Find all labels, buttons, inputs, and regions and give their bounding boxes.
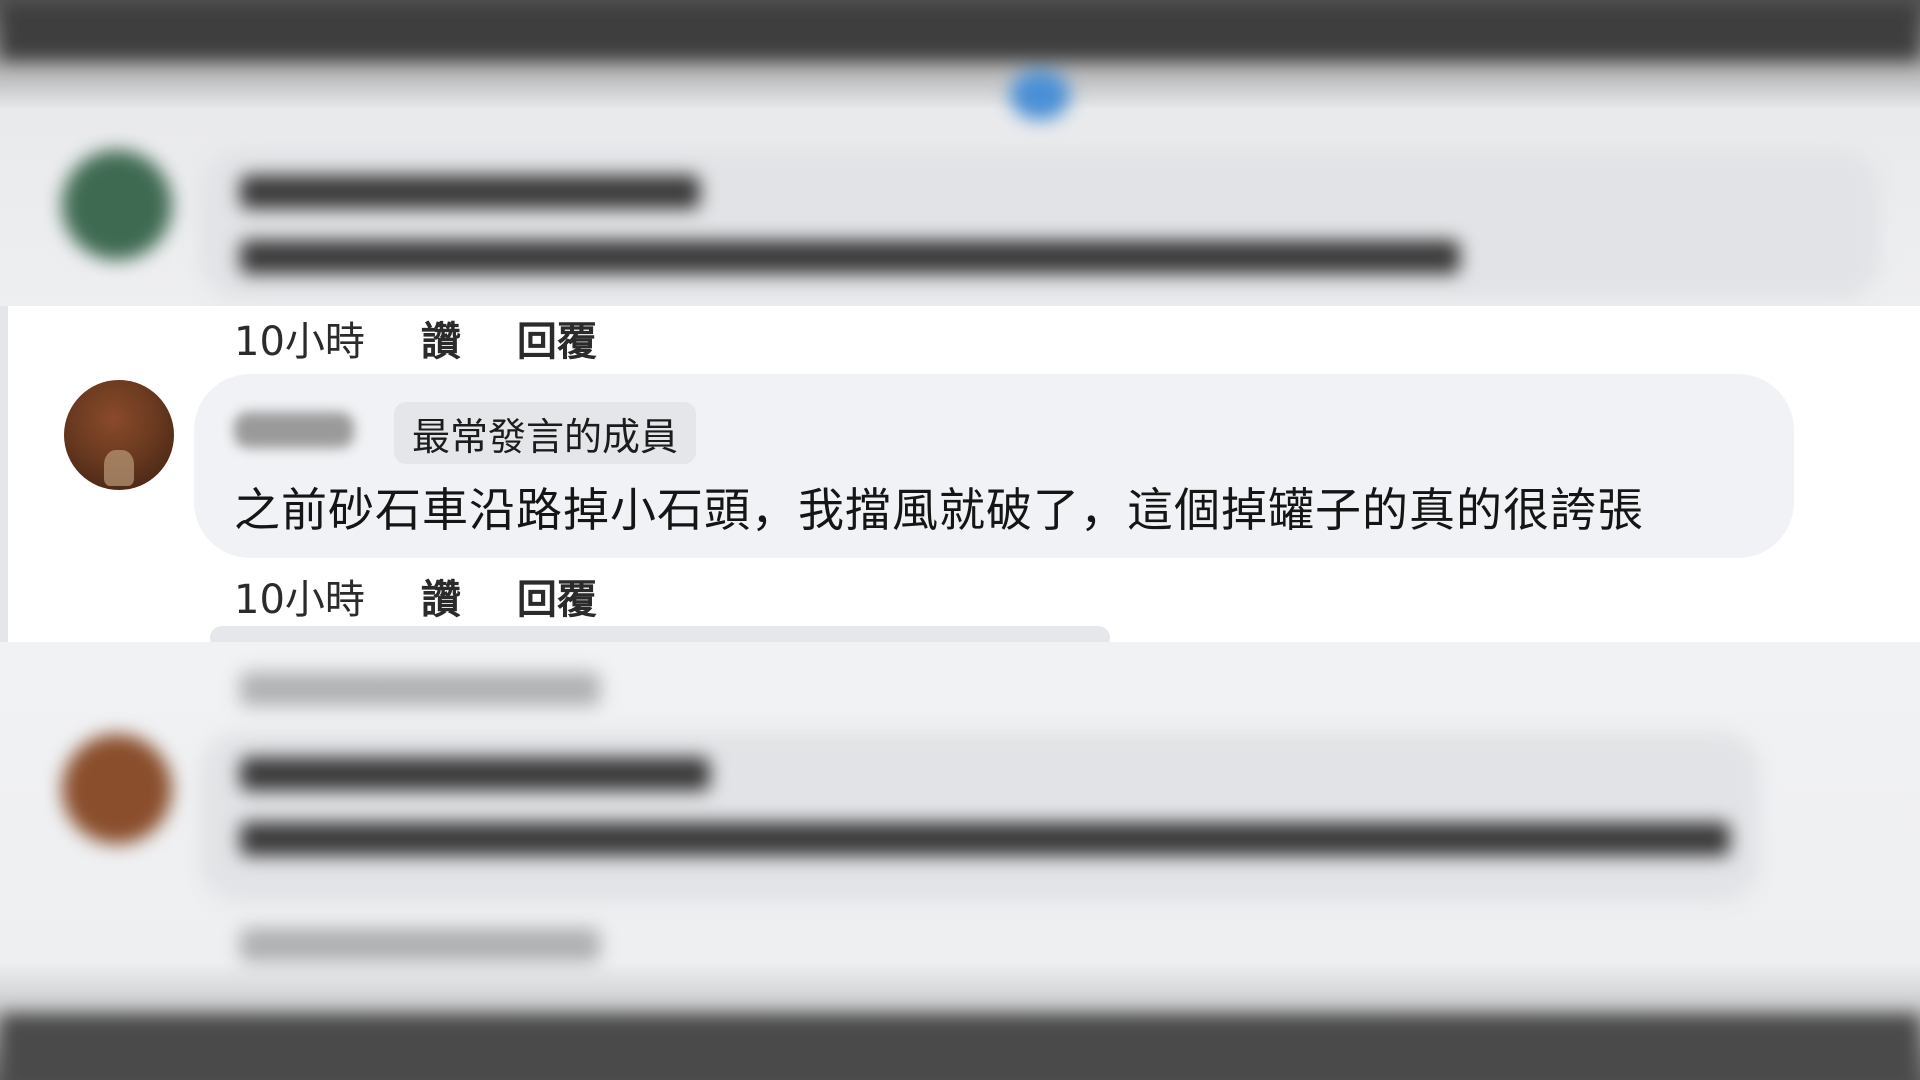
blurred-previous-comment xyxy=(0,0,1920,306)
comment-bubble: 最常發言的成員 之前砂石車沿路掉小石頭，我擋風就破了，這個掉罐子的真的很誇張 xyxy=(194,374,1794,558)
comment-actions: 10小時 讚 回覆 xyxy=(234,572,597,623)
timestamp[interactable]: 10小時 xyxy=(234,567,365,625)
blurred-author-line xyxy=(240,757,710,791)
blurred-next-comments xyxy=(0,642,1920,1080)
comment-thread-screenshot: 10小時 讚 回覆 最常發言的成員 之前砂石車沿路掉小石頭，我擋風就破了，這個掉… xyxy=(0,0,1920,1080)
comment-text: 之前砂石車沿路掉小石頭，我擋風就破了，這個掉罐子的真的很誇張 xyxy=(234,483,1644,537)
blurred-comment-line xyxy=(240,822,1730,856)
blurred-avatar xyxy=(62,734,172,844)
avatar[interactable] xyxy=(64,380,174,490)
timestamp[interactable]: 10小時 xyxy=(234,309,365,367)
blurred-avatar xyxy=(62,150,172,260)
like-button[interactable]: 讚 xyxy=(421,567,461,625)
blurred-author-line xyxy=(240,175,700,209)
blurred-blue-indicator xyxy=(1010,70,1070,120)
blurred-comment-line xyxy=(240,240,1460,274)
thread-line xyxy=(0,306,8,642)
comment-card: 10小時 讚 回覆 最常發言的成員 之前砂石車沿路掉小石頭，我擋風就破了，這個掉… xyxy=(0,306,1920,650)
blurred-header-band xyxy=(0,0,1920,60)
blurred-action-line xyxy=(240,672,600,706)
blurred-footer-band xyxy=(0,1014,1920,1080)
blurred-action-line xyxy=(240,928,600,962)
reply-button[interactable]: 回覆 xyxy=(517,567,597,625)
avatar-detail xyxy=(104,450,134,486)
author-name-redacted[interactable] xyxy=(234,412,354,448)
reply-button[interactable]: 回覆 xyxy=(517,309,597,367)
blurred-comment-bubble xyxy=(200,150,1880,300)
like-button[interactable]: 讚 xyxy=(421,309,461,367)
top-contributor-badge[interactable]: 最常發言的成員 xyxy=(394,402,697,464)
previous-comment-actions: 10小時 讚 回覆 xyxy=(234,314,597,365)
